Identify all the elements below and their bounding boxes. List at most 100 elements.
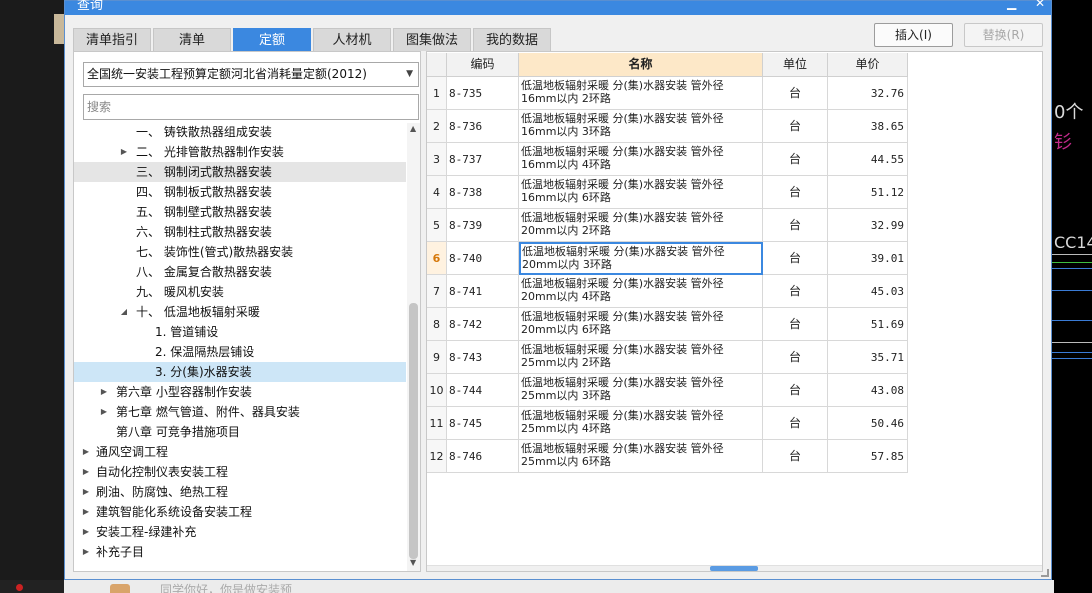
tab-quota[interactable]: 定额 <box>233 28 311 51</box>
quota-name[interactable]: 低温地板辐射采暖 分(集)水器安装 管外径 16mm以内 4环路 <box>519 143 763 176</box>
column-header-code[interactable]: 编码 <box>447 53 519 77</box>
minimize-icon[interactable]: ▁ <box>1007 0 1016 10</box>
quota-unit[interactable]: 台 <box>763 242 828 275</box>
tab-bill[interactable]: 清单 <box>153 28 231 51</box>
quota-price[interactable]: 50.46 <box>828 407 908 440</box>
quota-code[interactable]: 8-737 <box>447 143 519 176</box>
tree-item[interactable]: ▶ 补充子目 <box>74 542 406 562</box>
row-index[interactable]: 3 <box>427 143 447 176</box>
expand-arrow-icon[interactable]: ▶ <box>81 542 91 562</box>
tree-item[interactable]: ▶ 通风空调工程 <box>74 442 406 462</box>
quota-price[interactable]: 32.99 <box>828 209 908 242</box>
tree-item[interactable]: 3. 分(集)水器安装 <box>74 362 406 382</box>
tree-item[interactable]: ▶ 第七章 燃气管道、附件、器具安装 <box>74 402 406 422</box>
tree-item[interactable]: 九、 暖风机安装 <box>74 282 406 302</box>
quota-unit[interactable]: 台 <box>763 209 828 242</box>
quota-price[interactable]: 51.12 <box>828 176 908 209</box>
tab-labor-material-machine[interactable]: 人材机 <box>313 28 391 51</box>
quota-name[interactable]: 低温地板辐射采暖 分(集)水器安装 管外径 25mm以内 2环路 <box>519 341 763 374</box>
tree-item[interactable]: ▶ 自动化控制仪表安装工程 <box>74 462 406 482</box>
tab-my-data[interactable]: 我的数据 <box>473 28 551 51</box>
search-input[interactable] <box>83 94 419 120</box>
insert-button[interactable]: 插入(I) <box>874 23 953 47</box>
quota-code[interactable]: 8-745 <box>447 407 519 440</box>
quota-name[interactable]: 低温地板辐射采暖 分(集)水器安装 管外径 16mm以内 6环路 <box>519 176 763 209</box>
tab-bill-guide[interactable]: 清单指引 <box>73 28 151 51</box>
quota-unit[interactable]: 台 <box>763 110 828 143</box>
row-index[interactable]: 7 <box>427 275 447 308</box>
row-index[interactable]: 6 <box>427 242 447 275</box>
row-index[interactable]: 8 <box>427 308 447 341</box>
quota-unit[interactable]: 台 <box>763 407 828 440</box>
quota-code[interactable]: 8-738 <box>447 176 519 209</box>
row-index[interactable]: 5 <box>427 209 447 242</box>
expand-arrow-icon[interactable]: ▶ <box>81 522 91 542</box>
tree-item[interactable]: ▶ 刷油、防腐蚀、绝热工程 <box>74 482 406 502</box>
expand-arrow-icon[interactable]: ▶ <box>99 402 109 422</box>
quota-unit[interactable]: 台 <box>763 341 828 374</box>
expand-arrow-icon[interactable]: ▶ <box>81 502 91 522</box>
quota-code[interactable]: 8-742 <box>447 308 519 341</box>
quota-name[interactable]: 低温地板辐射采暖 分(集)水器安装 管外径 20mm以内 4环路 <box>519 275 763 308</box>
close-icon[interactable]: ✕ <box>1035 0 1045 10</box>
tree-item[interactable]: 四、 钢制板式散热器安装 <box>74 182 406 202</box>
tree-item[interactable]: ▶ 第六章 小型容器制作安装 <box>74 382 406 402</box>
quota-code[interactable]: 8-741 <box>447 275 519 308</box>
tree-item[interactable]: 七、 装饰性(管式)散热器安装 <box>74 242 406 262</box>
expand-arrow-icon[interactable]: ▶ <box>81 442 91 462</box>
row-index[interactable]: 11 <box>427 407 447 440</box>
quota-unit[interactable]: 台 <box>763 77 828 110</box>
row-index[interactable]: 1 <box>427 77 447 110</box>
quota-price[interactable]: 57.85 <box>828 440 908 473</box>
quota-name[interactable]: 低温地板辐射采暖 分(集)水器安装 管外径 20mm以内 3环路 <box>519 242 763 275</box>
quota-price[interactable]: 39.01 <box>828 242 908 275</box>
quota-price[interactable]: 35.71 <box>828 341 908 374</box>
quota-name[interactable]: 低温地板辐射采暖 分(集)水器安装 管外径 20mm以内 2环路 <box>519 209 763 242</box>
quota-price[interactable]: 32.76 <box>828 77 908 110</box>
expand-arrow-icon[interactable]: ▶ <box>81 462 91 482</box>
quota-code[interactable]: 8-740 <box>447 242 519 275</box>
expand-arrow-icon[interactable]: ▶ <box>119 142 129 162</box>
replace-button[interactable]: 替换(R) <box>964 23 1043 47</box>
tree-item[interactable]: 五、 钢制壁式散热器安装 <box>74 202 406 222</box>
quota-name[interactable]: 低温地板辐射采暖 分(集)水器安装 管外径 25mm以内 3环路 <box>519 374 763 407</box>
quota-unit[interactable]: 台 <box>763 275 828 308</box>
quota-name[interactable]: 低温地板辐射采暖 分(集)水器安装 管外径 25mm以内 6环路 <box>519 440 763 473</box>
tree-item[interactable]: 2. 保温隔热层铺设 <box>74 342 406 362</box>
quota-price[interactable]: 45.03 <box>828 275 908 308</box>
row-index[interactable]: 9 <box>427 341 447 374</box>
row-index[interactable]: 2 <box>427 110 447 143</box>
quota-code[interactable]: 8-743 <box>447 341 519 374</box>
column-header-name[interactable]: 名称 <box>519 53 763 77</box>
tree-item[interactable]: ▶ 建筑智能化系统设备安装工程 <box>74 502 406 522</box>
quota-unit[interactable]: 台 <box>763 308 828 341</box>
quota-code[interactable]: 8-736 <box>447 110 519 143</box>
quota-name[interactable]: 低温地板辐射采暖 分(集)水器安装 管外径 16mm以内 2环路 <box>519 77 763 110</box>
quota-name[interactable]: 低温地板辐射采暖 分(集)水器安装 管外径 16mm以内 3环路 <box>519 110 763 143</box>
tree-item[interactable]: 第八章 可竞争措施项目 <box>74 422 406 442</box>
tree-item[interactable]: 三、 钢制闭式散热器安装 <box>74 162 406 182</box>
row-index[interactable]: 12 <box>427 440 447 473</box>
row-index[interactable]: 4 <box>427 176 447 209</box>
tree-item[interactable]: 1. 管道铺设 <box>74 322 406 342</box>
collapse-arrow-icon[interactable]: ◢ <box>119 302 129 322</box>
quota-name[interactable]: 低温地板辐射采暖 分(集)水器安装 管外径 25mm以内 4环路 <box>519 407 763 440</box>
tree-item[interactable]: ▶ 二、 光排管散热器制作安装 <box>74 142 406 162</box>
tree-item[interactable]: 一、 铸铁散热器组成安装 <box>74 123 406 142</box>
grid-horizontal-scrollbar[interactable] <box>427 565 1042 571</box>
quota-code[interactable]: 8-735 <box>447 77 519 110</box>
scroll-down-icon[interactable]: ▼ <box>410 558 416 567</box>
scrollbar-thumb[interactable] <box>409 303 418 559</box>
row-index[interactable]: 10 <box>427 374 447 407</box>
tree-item[interactable]: 八、 金属复合散热器安装 <box>74 262 406 282</box>
column-header-unit[interactable]: 单位 <box>763 53 828 77</box>
quota-name[interactable]: 低温地板辐射采暖 分(集)水器安装 管外径 20mm以内 6环路 <box>519 308 763 341</box>
column-header-price[interactable]: 单价 <box>828 53 908 77</box>
title-bar[interactable]: 查询 ▁ ✕ <box>65 0 1051 15</box>
scroll-up-icon[interactable]: ▲ <box>410 124 416 133</box>
resize-grip-icon[interactable] <box>1041 569 1049 577</box>
quota-price[interactable]: 43.08 <box>828 374 908 407</box>
quota-unit[interactable]: 台 <box>763 440 828 473</box>
tree-item[interactable]: ◢ 十、 低温地板辐射采暖 <box>74 302 406 322</box>
quota-price[interactable]: 38.65 <box>828 110 908 143</box>
